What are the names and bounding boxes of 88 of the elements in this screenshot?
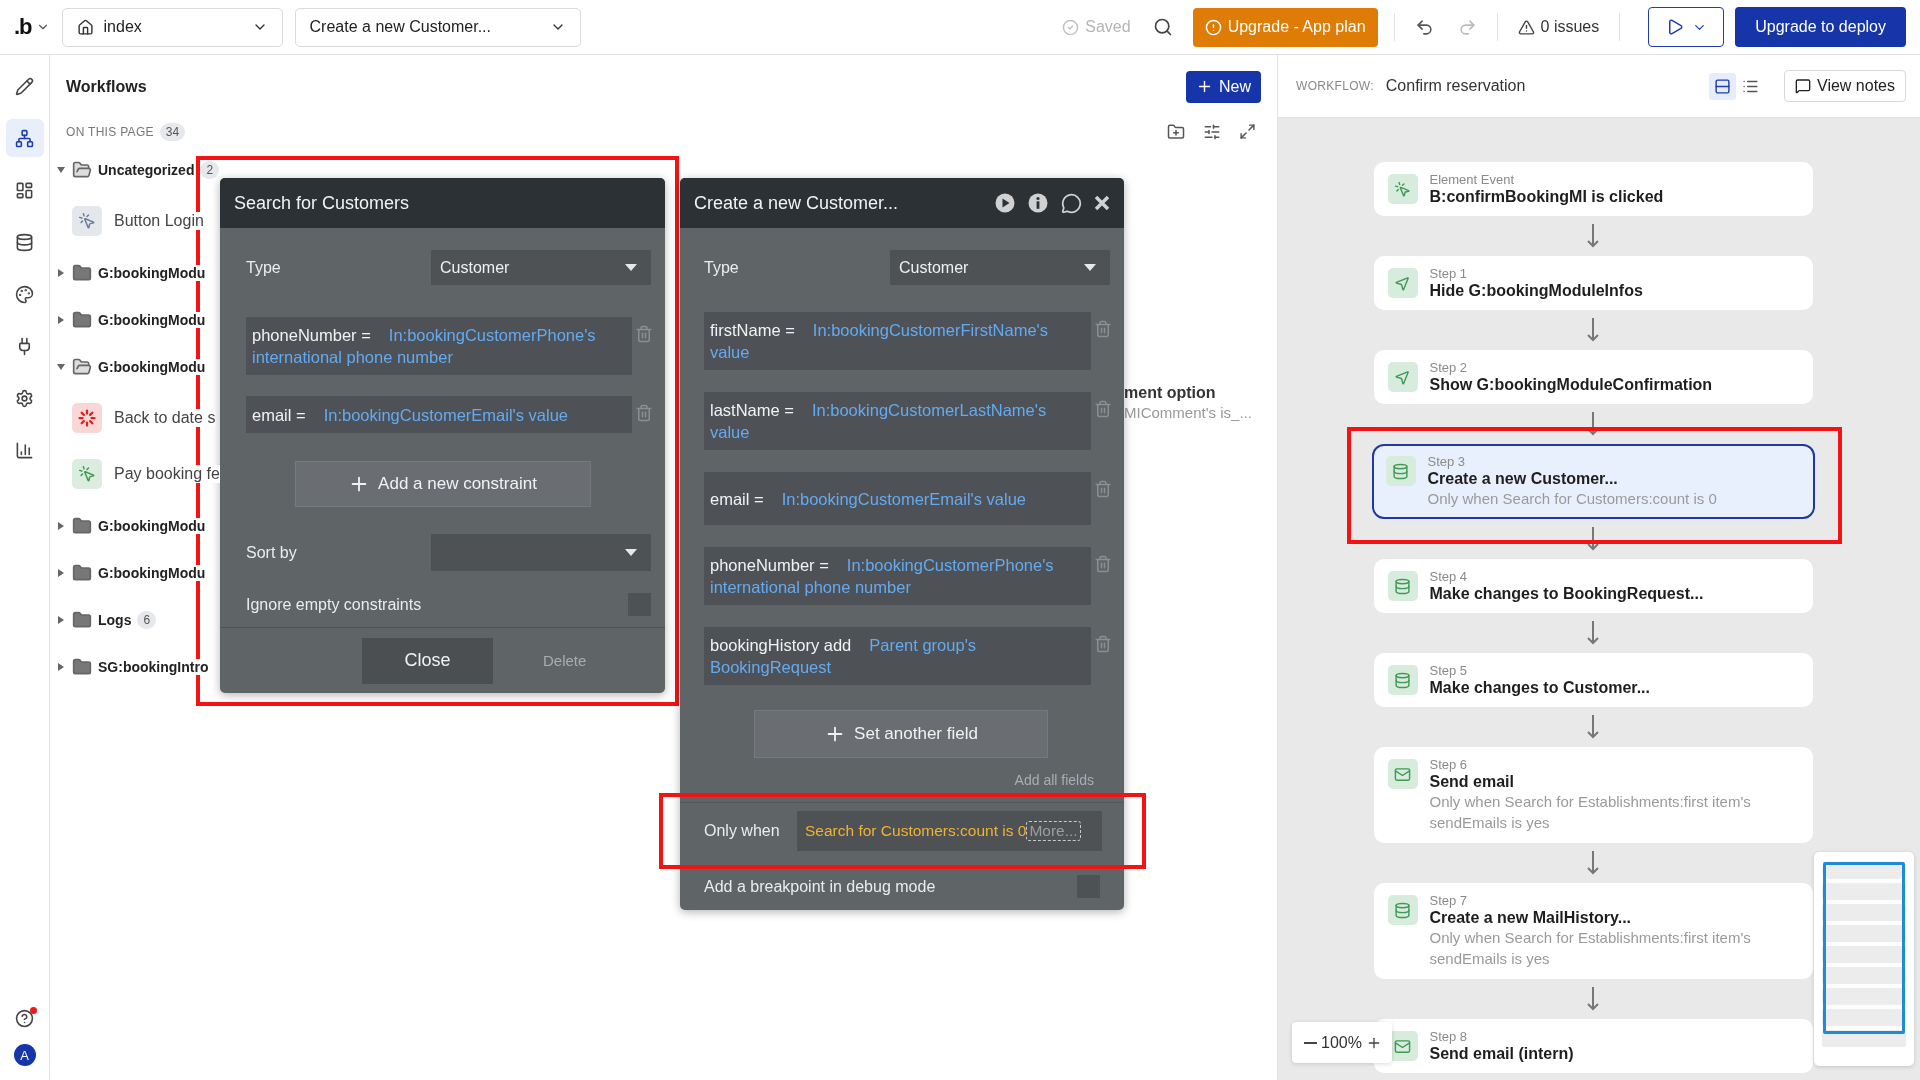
workflow-step-card[interactable]: Step 4 Make changes to BookingRequest... [1373, 559, 1813, 613]
step-label: Step 2 [1429, 360, 1469, 375]
step-condition: Only when Search for Establishments:first item's sendEmails is yes [1429, 928, 1752, 969]
count-badge: 2 [200, 160, 220, 179]
workflow-step-card[interactable]: Step 8 Send email (intern) [1373, 1019, 1813, 1073]
step-label: Step 8 [1429, 1029, 1469, 1044]
workflow-step-card[interactable]: Step 2 Show G:bookingModuleConfirmation [1373, 350, 1813, 404]
step-title: B:confirmBookingMI is clicked [1429, 187, 1664, 206]
count-badge: 6 [137, 610, 157, 629]
close-button[interactable]: Close [362, 637, 493, 684]
step-condition: Only when Search for Customers:count is 0 [1427, 489, 1717, 509]
constraint-expression: phoneNumber = In:bookingCustomerPhone's international phone number [710, 555, 1055, 598]
field-label: Sort by [246, 543, 298, 562]
tree-item[interactable]: Pay booking fe [114, 465, 220, 483]
step-condition: Only when Search for Establishments:first item's sendEmails is yes [1429, 792, 1752, 833]
tree-item[interactable]: G:bookingModu [98, 264, 206, 281]
workflow-step-card[interactable]: Step 3 Create a new Customer... Only when Search for Customers:count is 0 [1371, 444, 1815, 519]
tree-item[interactable]: Uncategorized [98, 161, 195, 178]
step-label: Step 3 [1427, 454, 1467, 469]
step-title: Make changes to BookingRequest... [1429, 584, 1704, 603]
tree-item[interactable]: Button Login [114, 212, 204, 230]
type-dropdown[interactable]: Customer [431, 250, 651, 285]
step-label: Element Event [1429, 172, 1516, 187]
tree-item[interactable]: G:bookingModu [98, 517, 206, 534]
constraint-row[interactable]: phoneNumber = In:bookingCustomerPhone's international phone number [704, 547, 1091, 605]
workflow-step-card[interactable]: Step 6 Send email Only when Search for Establishments:first item's sendEmails is yes [1373, 747, 1813, 843]
condition-text: Search for Customers:count is 0 [805, 822, 1027, 840]
tree-item-subtitle: MIComment's is_... [1124, 404, 1252, 421]
step-title: Show G:bookingModuleConfirmation [1429, 375, 1713, 394]
view-notes-button[interactable]: View notes [1784, 70, 1906, 102]
constraint-row[interactable]: lastName = In:bookingCustomerLastName's value [704, 392, 1091, 450]
saved-status: Saved [1085, 18, 1131, 36]
zoom-level: 100% [1321, 1033, 1362, 1052]
step-title: Send email [1429, 772, 1515, 791]
constraint-row[interactable]: email = In:bookingCustomerEmail's value [246, 396, 632, 433]
step-label: Step 5 [1429, 663, 1469, 678]
tree-item[interactable]: SG:bookingIntro [98, 658, 209, 675]
new-button[interactable]: New [1186, 70, 1261, 103]
dialog-title: Search for Customers [234, 192, 411, 214]
workflow-dropdown[interactable]: Create a new Customer... [294, 7, 581, 47]
step-label: Step 1 [1429, 266, 1469, 281]
step-title: Hide G:bookingModuleInfos [1429, 281, 1643, 300]
panel-title: Workflows [66, 77, 147, 96]
tree-item-title: ment option [1124, 384, 1217, 402]
field-label: Type [246, 258, 282, 277]
tree-item[interactable]: G:bookingModu [98, 311, 206, 328]
field-label: Type [704, 258, 740, 277]
add-constraint-button[interactable]: Add a new constraint [294, 461, 591, 507]
tree-item[interactable]: Back to date s [114, 409, 216, 427]
field-label: Only when [704, 822, 780, 840]
workflow-name: Confirm reservation [1385, 77, 1527, 95]
workflow-step-card[interactable]: Element Event B:confirmBookingMI is clicked [1373, 162, 1813, 216]
field-label: Ignore empty constraints [246, 595, 423, 614]
step-title: Create a new MailHistory... [1429, 908, 1633, 927]
constraint-expression: phoneNumber = In:bookingCustomerPhone's international phone number [252, 325, 597, 368]
workflow-label: WORKFLOW: [1296, 79, 1374, 93]
step-label: Step 6 [1429, 757, 1469, 772]
tree-item[interactable]: G:bookingModu [98, 358, 206, 375]
step-title: Make changes to Customer... [1429, 678, 1650, 697]
count-badge: 34 [159, 123, 186, 141]
page-dropdown[interactable]: index [61, 7, 283, 47]
workflow-step-card[interactable]: Step 5 Make changes to Customer... [1373, 653, 1813, 707]
step-title: Send email (intern) [1429, 1044, 1574, 1063]
condition-field[interactable]: Search for Customers:count is 0 More... [797, 811, 1102, 851]
user-avatar[interactable]: A [13, 1044, 36, 1066]
step-label: Step 4 [1429, 569, 1469, 584]
deploy-button[interactable]: Upgrade to deploy [1735, 7, 1906, 47]
workflow-step-card[interactable]: Step 1 Hide G:bookingModuleInfos [1373, 256, 1813, 310]
constraint-expression: email = In:bookingCustomerEmail's value [710, 488, 1026, 510]
workflow-step-card[interactable]: Step 7 Create a new MailHistory... Only when Search for Establishments:first item's sendEmails is yes [1373, 883, 1813, 979]
constraint-row[interactable]: bookingHistory add Parent group's BookingRequest [704, 627, 1091, 685]
type-dropdown[interactable]: Customer [890, 250, 1110, 285]
constraint-row[interactable]: email = In:bookingCustomerEmail's value [704, 472, 1091, 525]
constraint-row[interactable]: firstName = In:bookingCustomerFirstName's value [704, 312, 1091, 370]
step-title: Create a new Customer... [1427, 469, 1619, 488]
tree-item[interactable]: G:bookingModu [98, 564, 206, 581]
field-label: Add a breakpoint in debug mode [704, 877, 937, 896]
constraint-expression: firstName = In:bookingCustomerFirstName's value [710, 320, 1049, 363]
constraint-expression: email = In:bookingCustomerEmail's value [252, 404, 568, 426]
section-label: ON THIS PAGE [66, 125, 154, 139]
constraint-row[interactable]: phoneNumber = In:bookingCustomerPhone's international phone number [246, 317, 632, 375]
app-logo[interactable]: .b [14, 14, 32, 40]
constraint-expression: bookingHistory add Parent group's BookingRequest [710, 635, 978, 678]
constraint-expression: lastName = In:bookingCustomerLastName's value [710, 400, 1048, 443]
set-field-button[interactable]: Set another field [754, 710, 1048, 758]
issues-button[interactable]: 0 issues [1513, 14, 1604, 40]
dialog-title: Create a new Customer... [694, 192, 900, 214]
step-label: Step 7 [1429, 893, 1469, 908]
